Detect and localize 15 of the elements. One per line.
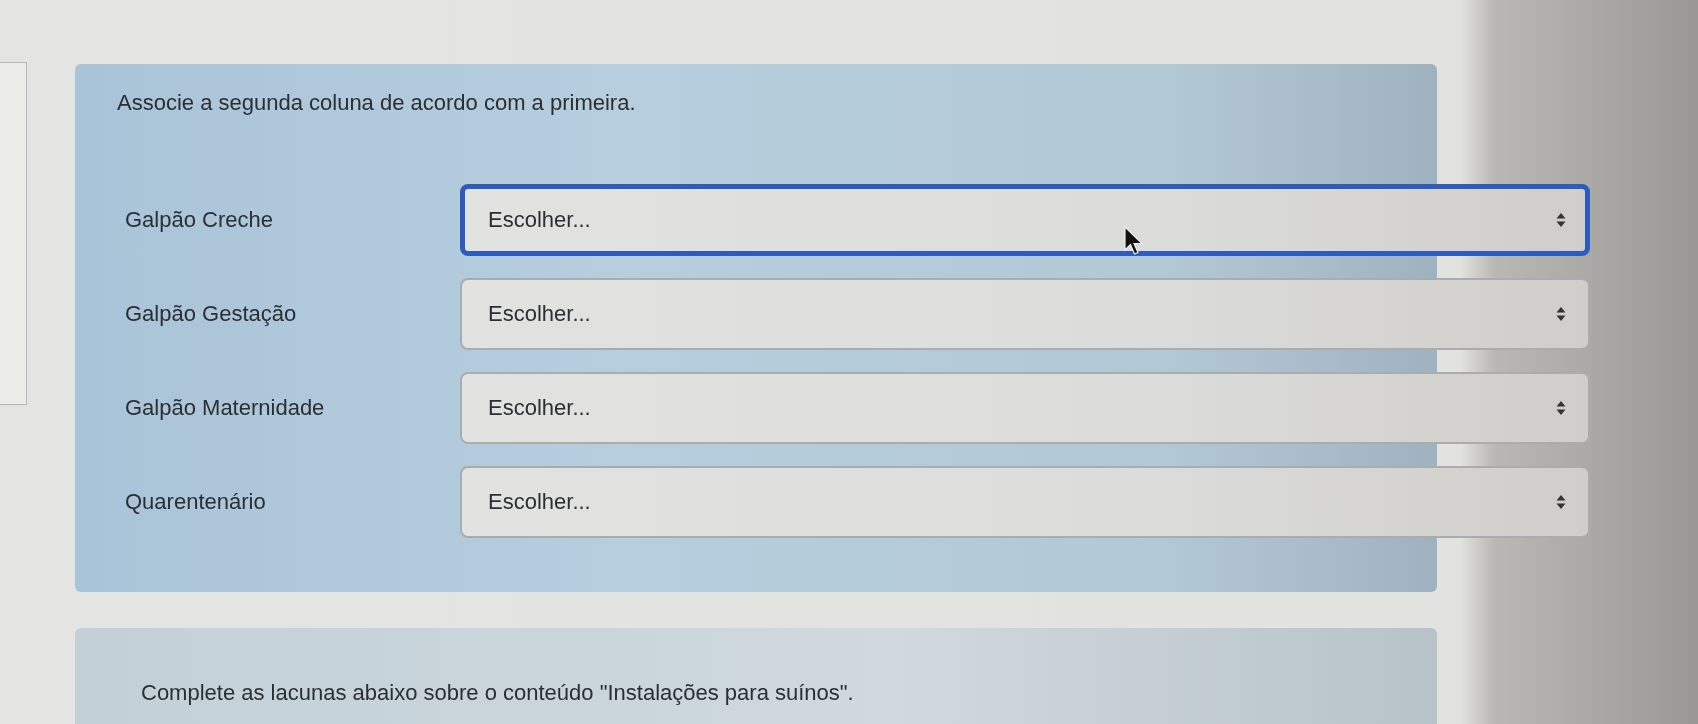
sort-arrows-icon <box>1556 400 1566 416</box>
mouse-pointer-icon <box>1124 226 1144 256</box>
match-label: Galpão Creche <box>125 207 273 233</box>
match-label: Galpão Maternidade <box>125 395 325 421</box>
match-label: Quarentenário <box>125 489 266 515</box>
sort-arrows-icon <box>1556 212 1566 228</box>
choice-dropdown[interactable]: Escolher... <box>460 278 1590 350</box>
choice-dropdown[interactable]: Escolher... <box>460 372 1590 444</box>
question-instruction: Complete as lacunas abaixo sobre o conteúdo "Instalações para suínos". <box>141 680 854 706</box>
choice-dropdown[interactable]: Escolher... <box>460 466 1590 538</box>
sort-arrows-icon <box>1556 494 1566 510</box>
sort-arrows-icon <box>1556 306 1566 322</box>
choice-dropdown[interactable]: Escolher... <box>460 184 1590 256</box>
match-label: Galpão Gestação <box>125 301 297 327</box>
question-instruction: Associe a segunda coluna de acordo com a primeira. <box>117 90 636 116</box>
